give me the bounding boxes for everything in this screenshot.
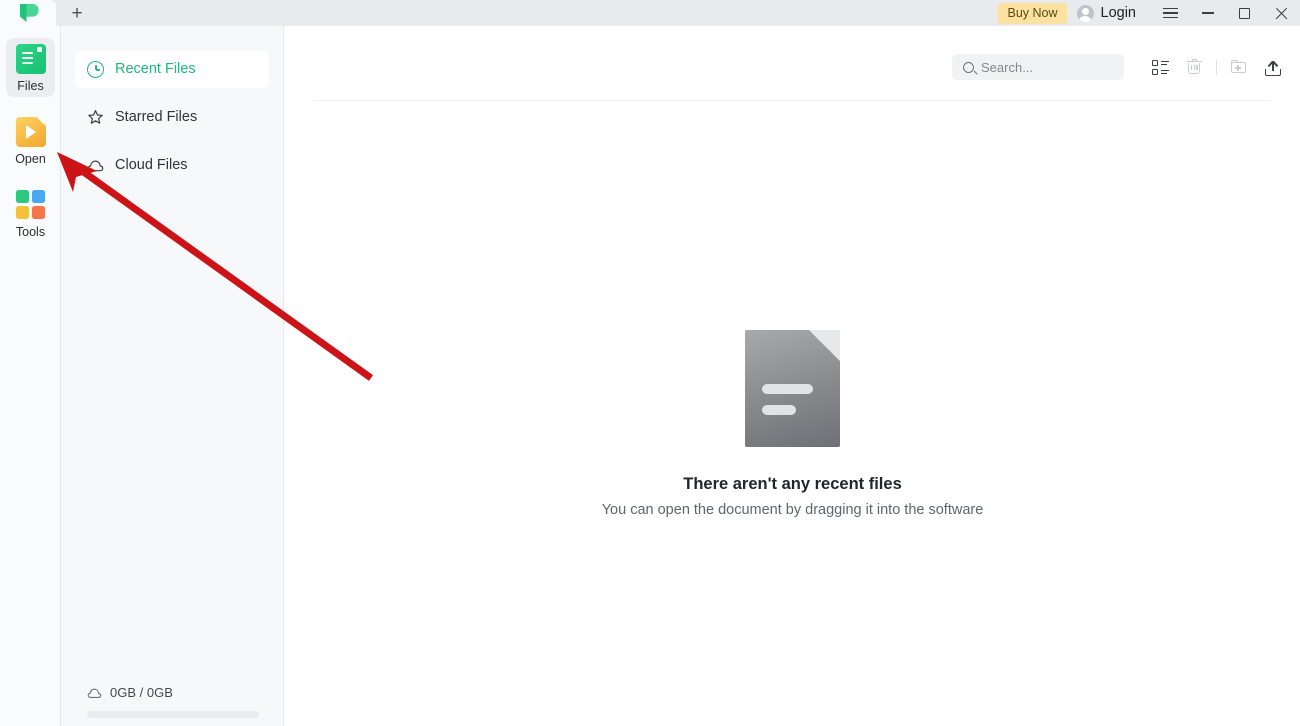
tab-active[interactable]: [0, 0, 56, 26]
upload-button[interactable]: [1256, 53, 1290, 81]
rail-item-tools[interactable]: Tools: [0, 184, 61, 245]
minimize-icon: [1201, 12, 1214, 14]
trash-icon: [1186, 59, 1202, 75]
content-toolbar: [952, 53, 1300, 81]
titlebar-spacer: [98, 0, 998, 26]
rail-item-tools-label: Tools: [15, 225, 46, 239]
list-view-button[interactable]: [1143, 53, 1177, 81]
delete-button[interactable]: [1177, 53, 1211, 81]
cloud-icon: [87, 687, 102, 699]
empty-state-subtitle: You can open the document by dragging it…: [601, 502, 984, 518]
app-logo-icon: [17, 3, 39, 23]
empty-state: There aren't any recent files You can op…: [285, 330, 1300, 518]
rail-item-files[interactable]: Files: [0, 38, 61, 99]
close-icon: [1275, 7, 1288, 20]
nav-panel: Recent Files Starred Files Cloud Files 0…: [61, 26, 284, 726]
nav-item-recent-files[interactable]: Recent Files: [75, 50, 269, 88]
star-icon: [87, 109, 104, 126]
document-placeholder-icon: [745, 330, 840, 447]
close-button[interactable]: [1263, 0, 1300, 26]
hamburger-icon: [1163, 7, 1178, 19]
upload-icon: [1265, 59, 1281, 76]
new-folder-button[interactable]: [1222, 53, 1256, 81]
empty-state-title: There aren't any recent files: [683, 475, 902, 493]
search-input[interactable]: [981, 59, 1101, 75]
buy-now-button[interactable]: Buy Now: [998, 2, 1067, 24]
rail-item-files-label: Files: [17, 79, 44, 93]
files-icon: [15, 44, 46, 74]
app-window: + Buy Now Login Files Open Tools Recent …: [0, 0, 1300, 726]
maximize-button[interactable]: [1226, 0, 1263, 26]
nav-item-cloud-files-label: Cloud Files: [115, 157, 188, 173]
toolbar-divider-line: [313, 100, 1270, 101]
maximize-icon: [1239, 7, 1250, 19]
login-label: Login: [1100, 5, 1136, 21]
menu-button[interactable]: [1152, 0, 1189, 26]
avatar-icon: [1076, 4, 1094, 22]
list-view-icon: [1151, 59, 1169, 75]
title-bar: + Buy Now Login: [0, 0, 1300, 26]
rail-item-open-label: Open: [15, 152, 46, 166]
nav-item-starred-files-label: Starred Files: [115, 109, 198, 125]
storage-progress-track: [87, 711, 259, 718]
nav-item-starred-files[interactable]: Starred Files: [75, 98, 269, 136]
main-content: There aren't any recent files You can op…: [285, 26, 1300, 726]
minimize-button[interactable]: [1189, 0, 1226, 26]
nav-item-recent-files-label: Recent Files: [115, 61, 196, 77]
storage-indicator: 0GB / 0GB: [61, 685, 284, 700]
search-icon: [963, 61, 974, 73]
clock-icon: [87, 60, 104, 78]
tools-grid-icon: [15, 190, 46, 220]
open-folder-play-icon: [15, 117, 46, 147]
new-tab-button[interactable]: +: [56, 0, 98, 26]
storage-label: 0GB / 0GB: [110, 685, 173, 700]
left-rail: Files Open Tools: [0, 26, 61, 726]
nav-item-cloud-files[interactable]: Cloud Files: [75, 146, 269, 184]
cloud-icon: [87, 157, 104, 174]
search-box[interactable]: [952, 54, 1124, 80]
toolbar-divider: [1216, 59, 1217, 75]
new-folder-icon: [1230, 60, 1248, 74]
rail-item-open[interactable]: Open: [0, 111, 61, 172]
login-button[interactable]: Login: [1076, 4, 1136, 22]
